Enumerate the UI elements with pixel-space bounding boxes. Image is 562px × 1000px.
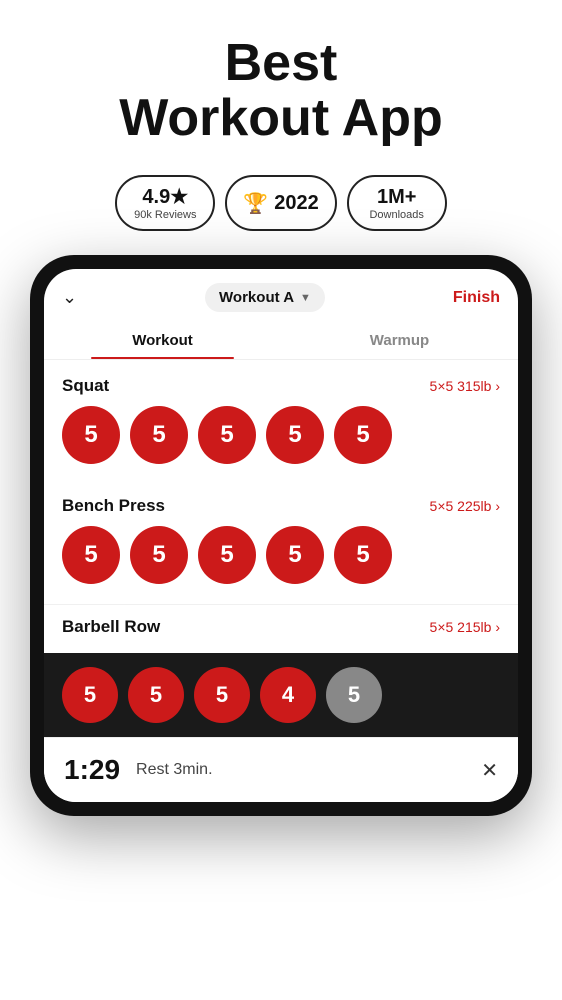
exercise-bench-press: Bench Press 5×5 225lb › 5 5 5 5 5 [44,484,518,604]
award-badge: 🏆 2022 [225,175,336,231]
exercise-bench-name: Bench Press [62,496,165,516]
finish-button[interactable]: Finish [453,289,500,307]
exercise-squat-header: Squat 5×5 315lb › [62,376,500,396]
app-title: Best Workout App [119,36,443,145]
workout-selector-label: Workout A [219,289,294,306]
set-circle[interactable]: 5 [266,406,324,464]
bottom-sets-bar: 5 5 5 4 5 [44,653,518,737]
set-circle[interactable]: 5 [130,406,188,464]
rating-badge: 4.9★ 90k Reviews [115,175,215,231]
rating-sub: 90k Reviews [134,209,196,221]
rest-timer-bar: 1:29 Rest 3min. ✕ [44,737,518,802]
set-circle[interactable]: 5 [198,406,256,464]
phone-wrapper: ⌄ Workout A ▼ Finish Workout Warmup [30,255,532,816]
set-circle-active[interactable]: 4 [260,667,316,723]
exercise-squat-sets: 5 5 5 5 5 [62,406,500,464]
set-circle[interactable]: 5 [198,526,256,584]
app-topbar: ⌄ Workout A ▼ Finish [44,269,518,322]
rest-timer-value: 1:29 [64,754,120,786]
exercise-squat-info[interactable]: 5×5 315lb › [430,378,500,394]
award-year: 2022 [274,191,319,215]
rest-close-icon[interactable]: ✕ [481,758,498,783]
set-circle[interactable]: 5 [266,526,324,584]
set-circle-inactive[interactable]: 5 [326,667,382,723]
rest-label: Rest 3min. [136,761,465,779]
exercise-bench-info[interactable]: 5×5 225lb › [430,498,500,514]
chevron-down-icon[interactable]: ⌄ [62,287,77,308]
set-circle[interactable]: 5 [130,526,188,584]
phone-frame: ⌄ Workout A ▼ Finish Workout Warmup [30,255,532,816]
workout-selector[interactable]: Workout A ▼ [205,283,325,312]
trophy-icon: 🏆 [243,191,268,216]
exercise-squat-name: Squat [62,376,109,396]
downloads-value: 1M+ [377,185,416,209]
set-circle-active[interactable]: 5 [62,667,118,723]
exercise-squat: Squat 5×5 315lb › 5 5 5 5 5 [44,364,518,484]
rating-value: 4.9★ [142,185,188,209]
exercise-barbell-name: Barbell Row [62,617,160,637]
set-circle[interactable]: 5 [334,526,392,584]
set-circle[interactable]: 5 [62,406,120,464]
exercise-barbell-info[interactable]: 5×5 215lb › [430,619,500,635]
tab-workout[interactable]: Workout [44,322,281,359]
tab-warmup[interactable]: Warmup [281,322,518,359]
downloads-badge: 1M+ Downloads [347,175,447,231]
set-circle[interactable]: 5 [334,406,392,464]
downloads-sub: Downloads [369,209,423,221]
phone-screen: ⌄ Workout A ▼ Finish Workout Warmup [44,269,518,802]
selector-arrow-icon: ▼ [300,292,311,304]
header: Best Workout App [99,0,463,165]
set-circle-active[interactable]: 5 [128,667,184,723]
tabs-bar: Workout Warmup [44,322,518,360]
badges-row: 4.9★ 90k Reviews 🏆 2022 1M+ Downloads [95,165,466,255]
exercise-bench-sets: 5 5 5 5 5 [62,526,500,584]
set-circle-active[interactable]: 5 [194,667,250,723]
exercise-bench-header: Bench Press 5×5 225lb › [62,496,500,516]
set-circle[interactable]: 5 [62,526,120,584]
exercise-barbell-row: Barbell Row 5×5 215lb › [44,604,518,653]
exercise-barbell-header: Barbell Row 5×5 215lb › [62,617,500,637]
